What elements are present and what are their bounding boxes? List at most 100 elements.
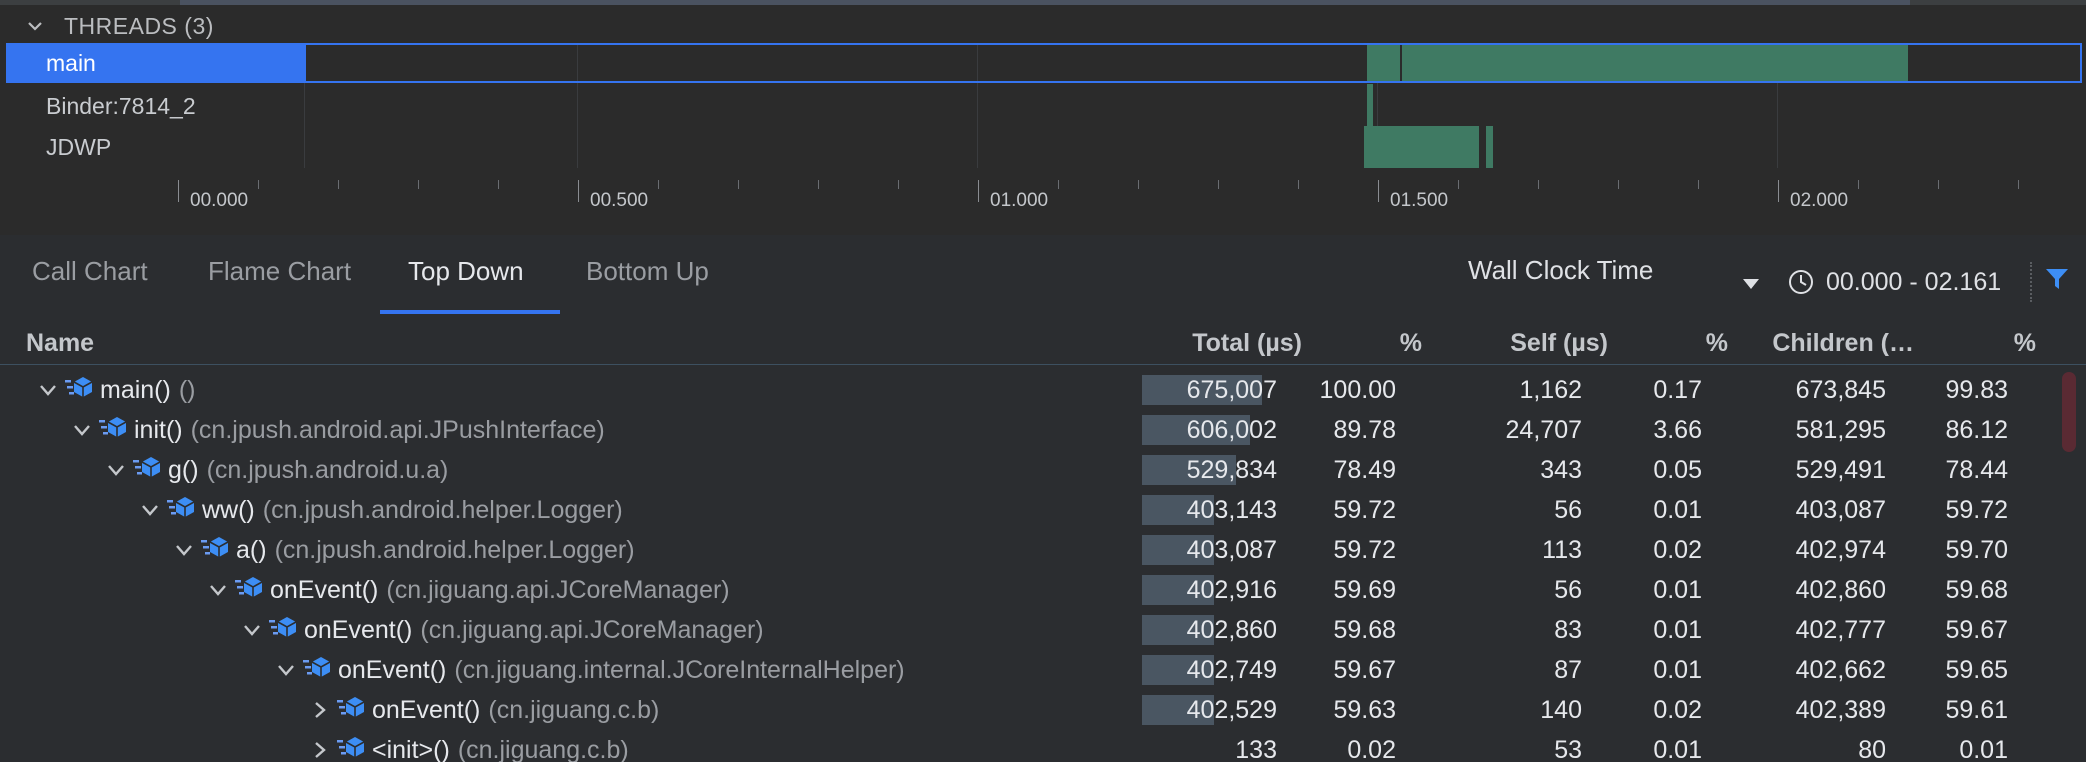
thread-label: main (6, 43, 306, 83)
chevron-down-icon[interactable] (138, 498, 162, 522)
chevron-down-icon[interactable] (206, 578, 230, 602)
table-row[interactable]: onEvent() (cn.jiguang.api.JCoreManager) 40… (0, 610, 2060, 650)
threads-section-header[interactable]: THREADS (3) (26, 10, 214, 42)
ruler-minor-tick (418, 180, 419, 189)
active-tab-indicator (380, 310, 560, 314)
children-cell: 402,662 (1795, 656, 1886, 684)
clock-mode-dropdown[interactable]: Wall Clock Time (1468, 250, 1653, 290)
jdwp-thread-activity[interactable] (1364, 126, 1479, 168)
name-cell: onEvent() (cn.jiguang.api.JCoreManager) (206, 570, 730, 610)
chevron-down-icon[interactable] (36, 378, 60, 402)
self-cell: 24,707 (1505, 416, 1582, 444)
total-cell: 403,143 (1186, 496, 1277, 524)
ruler-major-tick (978, 180, 979, 202)
total-cell: 402,916 (1186, 576, 1277, 604)
name-cell: g() (cn.jpush.android.u.a) (104, 450, 448, 490)
ruler-minor-tick (1458, 180, 1459, 189)
children-cell: 80 (1858, 736, 1886, 762)
method-node-icon (336, 694, 366, 727)
binder-thread-activity[interactable] (1367, 84, 1373, 126)
method-node-icon (302, 654, 332, 687)
method-name: a() (236, 535, 267, 564)
method-name: onEvent() (270, 575, 379, 604)
main-thread-activity[interactable] (1367, 45, 1908, 81)
total-percent-cell: 100.00 (1319, 376, 1396, 404)
self-cell: 1,162 (1519, 376, 1582, 404)
column-header-children-percent[interactable]: % (2014, 329, 2036, 358)
thread-row-binder[interactable]: Binder:7814_2 (6, 86, 2082, 126)
name-cell: a() (cn.jpush.android.helper.Logger) (172, 530, 635, 570)
vertical-scrollbar[interactable] (2062, 372, 2076, 452)
name-cell: onEvent() (cn.jiguang.internal.JCoreInter… (274, 650, 905, 690)
dropdown-arrow-icon[interactable] (1742, 278, 1760, 290)
ruler-major-tick (578, 180, 579, 202)
children-percent-cell: 99.83 (1945, 376, 2008, 404)
method-name: onEvent() (338, 655, 447, 684)
column-header-self-percent[interactable]: % (1706, 329, 1728, 358)
tab-flame-chart[interactable]: Flame Chart (202, 251, 357, 299)
table-row[interactable]: onEvent() (cn.jiguang.internal.JCoreInter… (0, 650, 2060, 690)
children-percent-cell: 0.01 (1959, 736, 2008, 762)
table-row[interactable]: init() (cn.jpush.android.api.JPushInterfa… (0, 410, 2060, 450)
total-cell: 675,007 (1186, 376, 1277, 404)
time-range[interactable]: 00.000 - 02.161 (1788, 262, 2001, 302)
filter-icon[interactable] (2044, 266, 2070, 292)
self-percent-cell: 0.17 (1653, 376, 1702, 404)
chevron-down-icon[interactable] (240, 618, 264, 642)
total-cell: 402,529 (1186, 696, 1277, 724)
chevron-down-icon[interactable] (172, 538, 196, 562)
table-row[interactable]: onEvent() (cn.jiguang.c.b) 402,529 59.63 140… (0, 690, 2060, 730)
clock-icon (1789, 270, 1813, 294)
name-cell: onEvent() (cn.jiguang.c.b) (308, 690, 659, 730)
children-cell: 402,860 (1795, 576, 1886, 604)
children-cell: 529,491 (1795, 456, 1886, 484)
self-percent-cell: 0.01 (1653, 496, 1702, 524)
children-percent-cell: 59.65 (1945, 656, 2008, 684)
table-row[interactable]: g() (cn.jpush.android.u.a) 529,834 78.49 343… (0, 450, 2060, 490)
children-percent-cell: 59.67 (1945, 616, 2008, 644)
chevron-down-icon[interactable] (26, 17, 44, 35)
column-header-total[interactable]: Total (µs) (1192, 329, 1302, 358)
table-row[interactable]: onEvent() (cn.jiguang.api.JCoreManager) 40… (0, 570, 2060, 610)
overview-strip[interactable] (0, 0, 2086, 5)
column-header-children[interactable]: Children (… (1772, 329, 1914, 358)
chevron-down-icon[interactable] (70, 418, 94, 442)
ruler-minor-tick (818, 180, 819, 189)
table-row[interactable]: <init>() (cn.jiguang.c.b) 133 0.02 53 0.01 80 0… (0, 730, 2060, 762)
thread-row-jdwp[interactable]: JDWP (6, 127, 2082, 167)
ruler-minor-tick (258, 180, 259, 189)
chevron-right-icon[interactable] (308, 738, 332, 762)
column-header-name[interactable]: Name (26, 329, 94, 358)
column-header-self[interactable]: Self (µs) (1510, 329, 1608, 358)
method-class: (cn.jiguang.c.b) (457, 735, 629, 762)
tab-bottom-up[interactable]: Bottom Up (580, 251, 715, 299)
chevron-down-icon[interactable] (104, 458, 128, 482)
ruler-minor-tick (1538, 180, 1539, 189)
method-node-icon (98, 414, 128, 447)
method-name: ww() (202, 495, 255, 524)
method-class: (cn.jiguang.api.JCoreManager) (420, 615, 764, 644)
jdwp-thread-activity[interactable] (1486, 126, 1493, 168)
table-row[interactable]: ww() (cn.jpush.android.helper.Logger) 403,… (0, 490, 2060, 530)
ruler-minor-tick (658, 180, 659, 189)
chevron-right-icon[interactable] (308, 698, 332, 722)
total-cell: 529,834 (1186, 456, 1277, 484)
name-cell: ww() (cn.jpush.android.helper.Logger) (138, 490, 623, 530)
ruler-tick-label: 01.500 (1390, 190, 1449, 211)
tab-top-down[interactable]: Top Down (402, 251, 530, 299)
table-row[interactable]: a() (cn.jpush.android.helper.Logger) 403,0… (0, 530, 2060, 570)
ruler-tick-label: 01.000 (990, 190, 1049, 211)
tab-call-chart[interactable]: Call Chart (26, 251, 154, 299)
column-header-total-percent[interactable]: % (1400, 329, 1422, 358)
total-percent-cell: 59.72 (1333, 536, 1396, 564)
method-class: (cn.jiguang.c.b) (488, 695, 660, 724)
self-percent-cell: 0.02 (1653, 536, 1702, 564)
chevron-down-icon[interactable] (274, 658, 298, 682)
method-name: onEvent() (304, 615, 413, 644)
table-row[interactable]: main()() 675,007 100.00 1,162 0.17 673,845 99.… (0, 370, 2060, 410)
self-cell: 56 (1554, 576, 1582, 604)
name-cell: init() (cn.jpush.android.api.JPushInterfa… (70, 410, 605, 450)
total-cell: 133 (1235, 736, 1277, 762)
ruler-tick-label: 00.500 (590, 190, 649, 211)
method-name: <init>() (372, 735, 450, 762)
